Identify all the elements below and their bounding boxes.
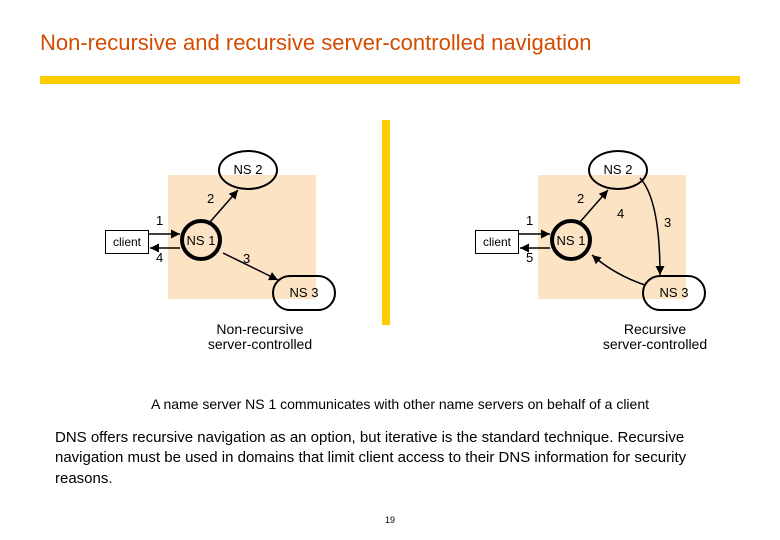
right-ns2-node: NS 2	[588, 150, 648, 190]
left-label-2: 2	[207, 191, 214, 206]
right-label-1: 1	[526, 213, 533, 228]
slide-title: Non-recursive and recursive server-contr…	[40, 30, 591, 56]
slide: Non-recursive and recursive server-contr…	[0, 0, 780, 540]
right-ns3-node: NS 3	[642, 275, 706, 311]
right-label-4: 4	[617, 206, 624, 221]
vertical-divider	[382, 120, 390, 325]
left-caption: Non-recursive server-controlled	[185, 322, 335, 353]
right-caption: Recursive server-controlled	[580, 322, 730, 353]
left-label-1: 1	[156, 213, 163, 228]
left-label-4: 4	[156, 250, 163, 265]
left-ns2-node: NS 2	[218, 150, 278, 190]
page-number: 19	[0, 515, 780, 525]
left-label-3: 3	[243, 251, 250, 266]
right-client-node: client	[475, 230, 519, 254]
left-client-node: client	[105, 230, 149, 254]
right-label-3: 3	[664, 215, 671, 230]
right-label-2: 2	[577, 191, 584, 206]
left-ns3-node: NS 3	[272, 275, 336, 311]
body-paragraph: DNS offers recursive navigation as an op…	[55, 428, 735, 489]
diagram-subtitle: A name server NS 1 communicates with oth…	[40, 396, 760, 412]
right-label-5: 5	[526, 250, 533, 265]
title-underline	[40, 76, 740, 84]
right-ns1-node: NS 1	[550, 219, 592, 261]
left-ns1-node: NS 1	[180, 219, 222, 261]
